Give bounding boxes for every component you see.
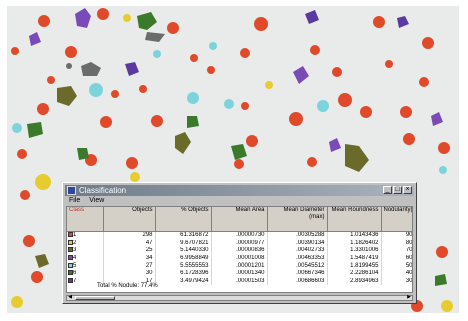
objects-cell: 298 (103, 231, 156, 240)
mean-area-cell: .00000977 (211, 239, 268, 248)
table-body: 1 298 61.316872.00000730.00305288 1.0143436… (67, 231, 412, 286)
menu-file[interactable]: File (69, 197, 80, 204)
mean-roundness-cell: 1.0143436 (327, 231, 382, 240)
mean-diameter-cell: .00463353 (267, 254, 328, 263)
pct-objects-cell: 6.1728396 (155, 269, 212, 278)
class-cell: 1 (67, 231, 104, 240)
class-number: 5 (73, 262, 77, 269)
table-row[interactable]: 4 34 6.9958849.00001008.00463353 1.5487419 6… (67, 254, 412, 263)
total-value: 77.4% (140, 283, 158, 289)
table-row[interactable]: 5 27 5.5555553.00001201.00545512 1.8199455 5… (67, 262, 412, 270)
total-label: Total % Nodule: (97, 283, 140, 289)
col-header-nodularity[interactable]: Nodularity(%) (381, 207, 412, 232)
objects-cell: 34 (103, 254, 156, 263)
minimize-button[interactable]: _ (383, 186, 392, 194)
col-header-mean-diameter[interactable]: Mean Diameter (max) (267, 207, 328, 232)
mean-roundness-cell: 2.2286104 (327, 269, 382, 278)
mean-roundness-cell: 1.3301006 (327, 247, 382, 255)
mean-diameter-cell: .00305288 (267, 231, 328, 240)
total-nodule: Total % Nodule: 77.4% (97, 283, 158, 289)
pct-objects-cell: 61.316872 (155, 231, 212, 240)
objects-cell: 27 (103, 262, 156, 270)
mean-roundness-cell: 1.1826402 (327, 239, 382, 248)
pct-objects-cell: 6.9958849 (155, 254, 212, 263)
mean-diameter-cell: .00667346 (267, 269, 328, 278)
class-cell: 6 (67, 269, 104, 278)
class-cell: 2 (67, 239, 104, 248)
app-icon (67, 186, 76, 195)
window-title: Classification (79, 186, 127, 195)
class-number: 4 (73, 255, 77, 262)
mean-area-cell: .00001340 (211, 269, 268, 278)
class-cell: 5 (67, 262, 104, 270)
objects-cell: 25 (103, 247, 156, 255)
results-table: Class Objects % Objects Mean Area Mean D… (67, 207, 412, 286)
mean-diameter-cell: .00390134 (267, 239, 328, 248)
table-row[interactable]: 2 47 9.6707821.00000977.00390134 1.1826402 8… (67, 239, 412, 248)
scroll-left-icon[interactable]: ◀ (67, 295, 73, 300)
mean-area-cell: .00000836 (211, 247, 268, 255)
nodularity-cell: 70 (381, 247, 412, 255)
menu-view[interactable]: View (89, 197, 104, 204)
class-number: 3 (73, 247, 77, 254)
nodularity-cell: 60 (381, 254, 412, 263)
col-header-objects[interactable]: Objects (103, 207, 156, 232)
nodularity-cell: 30 (381, 277, 412, 286)
class-number: 6 (73, 270, 77, 277)
class-number: 7 (73, 277, 77, 284)
mean-area-cell: .00000730 (211, 231, 268, 240)
table-row[interactable]: 1 298 61.316872.00000730.00305288 1.0143436… (67, 231, 412, 240)
class-cell: 3 (67, 247, 104, 255)
col-header-mean-area[interactable]: Mean Area (211, 207, 268, 232)
table-row[interactable]: 6 30 6.1728396.00001340.00667346 2.2286104 4… (67, 269, 412, 278)
pct-objects-cell: 5.1440330 (155, 247, 212, 255)
nodularity-cell: 80 (381, 239, 412, 248)
mean-roundness-cell: 2.8934963 (327, 277, 382, 286)
mean-area-cell: .00001503 (211, 277, 268, 286)
objects-cell: 30 (103, 269, 156, 278)
pct-objects-cell: 3.4979424 (155, 277, 212, 286)
col-header-class[interactable]: Class (67, 207, 104, 232)
title-bar[interactable]: Classification _ □ × (65, 185, 414, 196)
table-row[interactable]: 3 25 5.1440330.00000836.00402733 1.3301006 7… (67, 247, 412, 255)
close-button[interactable]: × (403, 186, 412, 194)
mean-roundness-cell: 1.5487419 (327, 254, 382, 263)
mean-area-cell: .00001008 (211, 254, 268, 263)
nodularity-cell: 90 (381, 231, 412, 240)
scroll-thumb[interactable] (75, 296, 115, 300)
scroll-right-icon[interactable]: ▶ (406, 295, 412, 300)
mean-diameter-cell: .00402733 (267, 247, 328, 255)
pct-objects-cell: 9.6707821 (155, 239, 212, 248)
menu-bar: File View (65, 196, 414, 205)
mean-area-cell: .00001201 (211, 262, 268, 270)
mean-diameter-cell: .00686603 (267, 277, 328, 286)
class-number: 2 (73, 239, 77, 246)
maximize-button[interactable]: □ (393, 186, 402, 194)
mean-diameter-cell: .00545512 (267, 262, 328, 270)
nodularity-cell: 40 (381, 269, 412, 278)
pct-objects-cell: 5.5555553 (155, 262, 212, 270)
classification-window[interactable]: Classification _ □ × File View Class Obj… (62, 182, 417, 304)
nodularity-cell: 50 (381, 262, 412, 270)
class-cell: 4 (67, 254, 104, 263)
objects-cell: 47 (103, 239, 156, 248)
results-table-container: Class Objects % Objects Mean Area Mean D… (66, 206, 413, 293)
col-header-pct-objects[interactable]: % Objects (155, 207, 212, 232)
class-number: 1 (73, 232, 77, 239)
mean-roundness-cell: 1.8199455 (327, 262, 382, 270)
horizontal-scrollbar[interactable]: ◀ ▶ (66, 295, 413, 301)
col-header-mean-roundness[interactable]: Mean Roundness (327, 207, 382, 232)
